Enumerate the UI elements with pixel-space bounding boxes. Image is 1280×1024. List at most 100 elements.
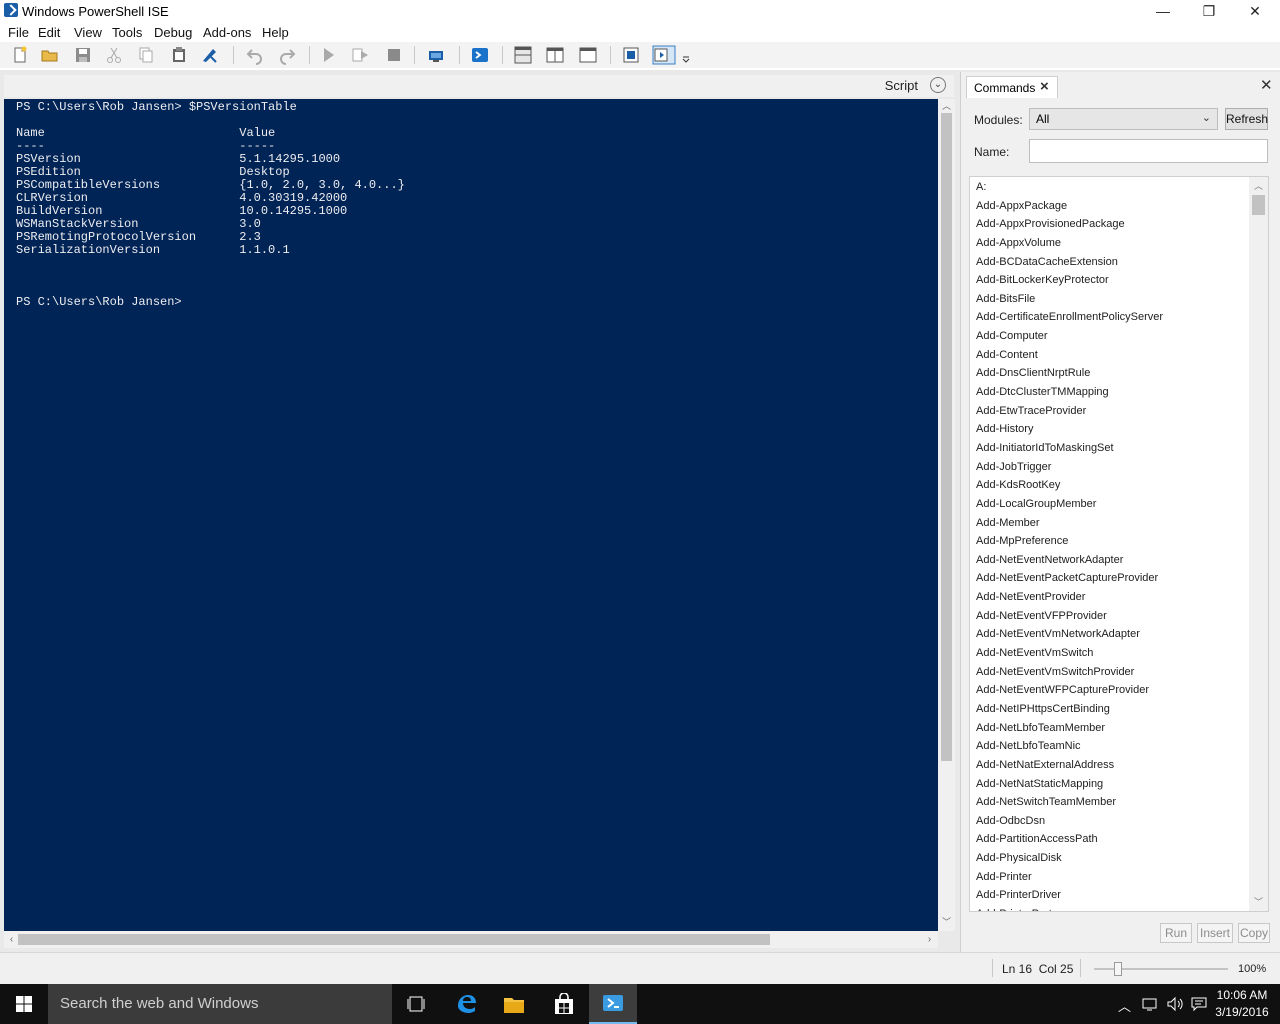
menu-add-ons[interactable]: Add-ons [203,25,251,40]
command-list-item[interactable]: Add-DtcClusterTMMapping [976,383,1163,402]
stop-icon[interactable] [384,45,404,65]
command-list-item[interactable]: Add-Member [976,514,1163,533]
toolbar-overflow-icon[interactable] [682,55,690,63]
menu-help[interactable]: Help [262,25,289,40]
command-list-item[interactable]: Add-NetEventPacketCaptureProvider [976,569,1163,588]
commands-list-scrollbar[interactable]: ︿ ﹀ [1249,177,1268,911]
command-list-item[interactable]: Add-Computer [976,327,1163,346]
layout-max-icon[interactable] [578,45,598,65]
redo-icon[interactable] [277,45,297,65]
command-list-item[interactable]: Add-NetEventWFPCaptureProvider [976,681,1163,700]
script-toggle-label[interactable]: Script [885,78,918,93]
command-list-item[interactable]: Add-NetLbfoTeamMember [976,719,1163,738]
scroll-left-arrow-icon[interactable]: ‹ [6,934,17,945]
command-list-item[interactable]: Add-EtwTraceProvider [976,402,1163,421]
command-list-item[interactable]: Add-AppxVolume [976,234,1163,253]
volume-icon[interactable] [1166,996,1184,1012]
start-powershell-icon[interactable] [470,45,490,65]
console-vertical-scrollbar[interactable]: ︿ ﹀ [938,99,955,931]
command-list-item[interactable]: Add-OdbcDsn [976,812,1163,831]
file-explorer-icon[interactable] [490,984,538,1024]
save-icon[interactable] [73,45,93,65]
network-icon[interactable] [1142,996,1160,1012]
command-list-item[interactable]: Add-NetSwitchTeamMember [976,793,1163,812]
new-file-icon[interactable] [10,45,30,65]
command-list-item[interactable]: Add-NetEventVFPProvider [976,607,1163,626]
copy-icon[interactable] [136,45,156,65]
command-list-item[interactable]: Add-LocalGroupMember [976,495,1163,514]
undo-icon[interactable] [245,45,265,65]
command-list-item[interactable]: Add-Content [976,346,1163,365]
restore-button[interactable]: ❐ [1186,0,1232,22]
minimize-button[interactable]: — [1140,0,1186,22]
chevron-up-icon[interactable]: ︿ [1118,996,1131,1015]
action-center-icon[interactable] [1190,996,1208,1012]
run-icon[interactable] [318,45,338,65]
show-addon-icon[interactable] [652,45,676,65]
command-list-item[interactable]: Add-KdsRootKey [976,476,1163,495]
command-list-item[interactable]: Add-NetIPHttpsCertBinding [976,700,1163,719]
command-list-item[interactable]: Add-PrinterDriver [976,886,1163,905]
menu-debug[interactable]: Debug [154,25,192,40]
copy-button[interactable]: Copy [1238,923,1270,943]
taskbar-clock[interactable]: 10:06 AM 3/19/2016 [1210,987,1274,1021]
scroll-up-arrow-icon[interactable]: ︿ [941,101,952,112]
scroll-down-arrow-icon[interactable]: ﹀ [1253,895,1264,908]
command-list-item[interactable]: Add-PhysicalDisk [976,849,1163,868]
command-list-item[interactable]: Add-JobTrigger [976,458,1163,477]
close-tab-icon[interactable]: × [1040,78,1049,95]
run-button[interactable]: Run [1160,923,1192,943]
command-list-item[interactable]: Add-NetLbfoTeamNic [976,737,1163,756]
command-list-item[interactable]: A: [976,178,1163,197]
scroll-up-arrow-icon[interactable]: ︿ [1253,179,1264,192]
command-list-item[interactable]: Add-NetEventVmSwitch [976,644,1163,663]
command-list-item[interactable]: Add-InitiatorIdToMaskingSet [976,439,1163,458]
powershell-ise-icon[interactable] [589,984,637,1024]
paste-icon[interactable] [169,45,189,65]
command-list-item[interactable]: Add-PartitionAccessPath [976,830,1163,849]
command-list-item[interactable]: Add-CertificateEnrollmentPolicyServer [976,308,1163,327]
modules-dropdown[interactable]: All ⌄ [1029,108,1218,130]
layout-right-icon[interactable] [545,45,565,65]
command-list-item[interactable]: Add-DnsClientNrptRule [976,364,1163,383]
menu-view[interactable]: View [74,25,102,40]
name-filter-input[interactable] [1029,139,1268,163]
start-button[interactable] [0,984,48,1024]
command-list-item[interactable]: Add-AppxPackage [976,197,1163,216]
store-icon[interactable] [540,984,588,1024]
commands-tab[interactable]: Commands × [966,76,1058,98]
command-list-item[interactable]: Add-Printer [976,868,1163,887]
command-list-item[interactable]: Add-History [976,420,1163,439]
menu-tools[interactable]: Tools [112,25,142,40]
open-folder-icon[interactable] [40,45,60,65]
command-list-item[interactable]: Add-NetNatStaticMapping [976,775,1163,794]
chevron-down-icon[interactable]: ⌄ [930,77,946,93]
command-list-item[interactable]: Add-NetEventVmSwitchProvider [976,663,1163,682]
command-list-item[interactable]: Add-NetEventProvider [976,588,1163,607]
scrollbar-thumb[interactable] [941,113,952,761]
run-selection-icon[interactable] [350,45,370,65]
menu-file[interactable]: File [8,25,29,40]
zoom-slider-thumb[interactable] [1114,962,1123,976]
command-list-item[interactable]: Add-BCDataCacheExtension [976,253,1163,272]
command-list-item[interactable]: Add-AppxProvisionedPackage [976,215,1163,234]
commands-list[interactable]: A: Add-AppxPackage Add-AppxProvisionedPack… [969,176,1269,912]
scrollbar-thumb[interactable] [1252,195,1265,215]
command-list-item[interactable]: Add-MpPreference [976,532,1163,551]
cut-icon[interactable] [104,45,124,65]
command-list-item[interactable]: Add-NetEventNetworkAdapter [976,551,1163,570]
command-list-item[interactable]: Add-PrinterPort [976,905,1163,911]
console-horizontal-scrollbar[interactable]: ‹ › [4,931,938,948]
taskbar-search-box[interactable]: Search the web and Windows [48,984,392,1024]
command-list-item[interactable]: Add-NetEventVmNetworkAdapter [976,625,1163,644]
insert-button[interactable]: Insert [1197,923,1233,943]
show-commands-icon[interactable] [621,45,641,65]
close-button[interactable]: ✕ [1232,0,1278,22]
layout-top-icon[interactable] [513,45,533,65]
command-list-item[interactable]: Add-NetNatExternalAddress [976,756,1163,775]
task-view-icon[interactable] [392,984,440,1024]
edge-icon[interactable] [442,984,490,1024]
scroll-down-arrow-icon[interactable]: ﹀ [941,917,952,928]
scrollbar-thumb[interactable] [18,934,770,945]
close-pane-icon[interactable]: ✕ [1260,76,1273,94]
